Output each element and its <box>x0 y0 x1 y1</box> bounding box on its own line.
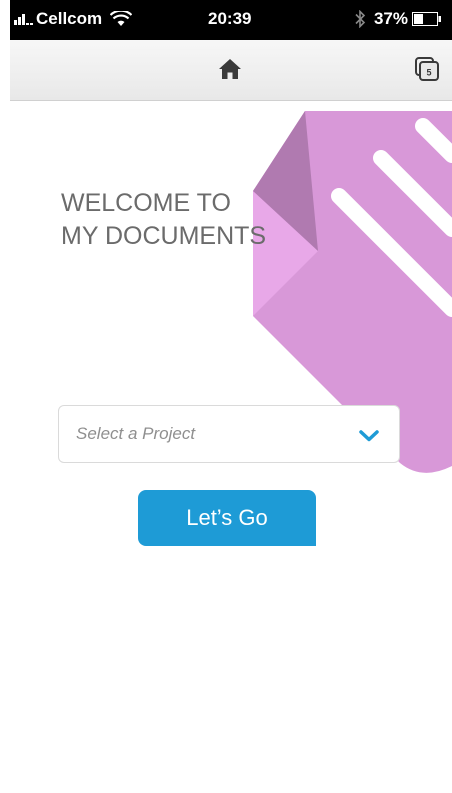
project-select-placeholder: Select a Project <box>76 424 196 443</box>
status-time: 20:39 <box>208 9 252 28</box>
carrier-name: Cellcom <box>36 9 103 28</box>
main-content: WELCOME TO MY DOCUMENTS Select a Project… <box>10 101 452 793</box>
tabs-icon[interactable]: 5 <box>414 56 440 82</box>
navigation-bar: 5 <box>10 40 452 101</box>
battery-percentage: 37% <box>373 9 408 28</box>
battery-icon <box>412 12 441 26</box>
status-bar: Cellcom 20:39 37% <box>10 0 452 40</box>
chevron-down-icon <box>359 430 379 442</box>
project-select[interactable]: Select a Project <box>58 405 400 463</box>
home-icon[interactable] <box>217 56 243 82</box>
welcome-title: WELCOME TO MY DOCUMENTS <box>61 189 267 250</box>
bluetooth-icon <box>355 10 366 28</box>
tab-count: 5 <box>426 68 431 78</box>
signal-strength-icon <box>14 13 34 25</box>
status-left: Cellcom <box>14 9 133 29</box>
wifi-icon <box>110 11 133 26</box>
lets-go-button[interactable]: Let’s Go <box>138 490 316 546</box>
status-right: 37% <box>354 9 442 29</box>
